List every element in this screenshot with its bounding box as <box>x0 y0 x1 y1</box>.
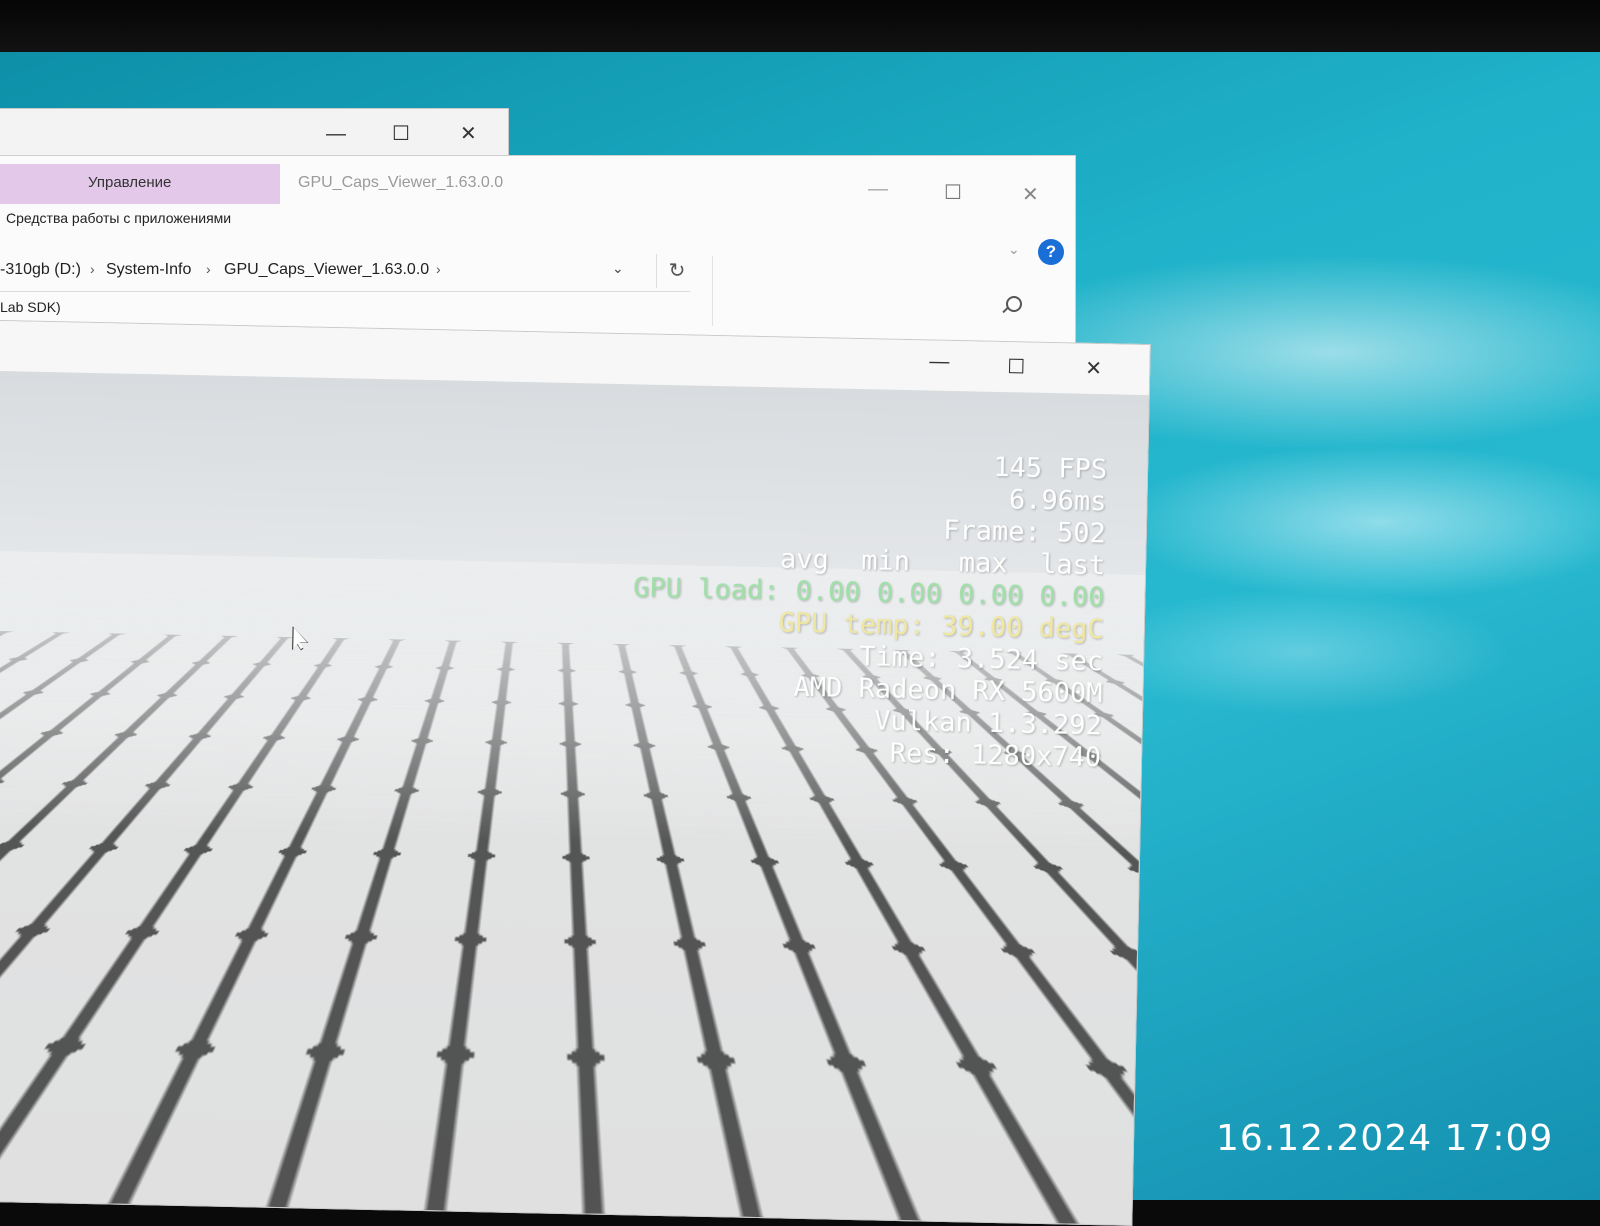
breadcrumb-separator: › <box>206 261 211 277</box>
refresh-icon[interactable]: ↻ <box>656 254 697 288</box>
search-icon[interactable] <box>1006 296 1022 312</box>
nav-pane-item[interactable]: Lab SDK) <box>0 299 61 315</box>
search-input[interactable] <box>712 256 1043 326</box>
render-viewport[interactable]: 145 FPS 6.96ms Frame: 502 avg min max la… <box>0 370 1149 1225</box>
window-title: GPU_Caps_Viewer_1.63.0.0 <box>298 174 504 191</box>
breadcrumb-drive[interactable]: -310gb (D:) <box>0 261 81 279</box>
breadcrumb-separator: › <box>436 261 441 277</box>
maximize-button[interactable]: ☐ <box>944 180 962 205</box>
address-dropdown-icon[interactable]: ⌄ <box>612 260 624 277</box>
maximize-button[interactable]: ☐ <box>1007 354 1025 379</box>
breadcrumb-separator: › <box>90 261 95 277</box>
minimize-button[interactable]: — <box>868 178 888 201</box>
maximize-button[interactable]: ☐ <box>392 121 410 146</box>
minimize-button[interactable]: — <box>929 350 949 373</box>
close-button[interactable]: ✕ <box>1085 356 1102 381</box>
minimize-button[interactable]: — <box>326 123 346 146</box>
close-button[interactable]: ✕ <box>460 121 477 146</box>
ribbon-manage-label[interactable]: Управление <box>88 174 171 191</box>
vulkan-demo-window[interactable]: — ☐ ✕ 145 FPS 6.96ms Frame: 502 avg min … <box>0 320 1151 1226</box>
stats-overlay: 145 FPS 6.96ms Frame: 502 avg min max la… <box>629 444 1108 774</box>
screen-bezel <box>0 0 1600 60</box>
close-button[interactable]: ✕ <box>1022 182 1039 207</box>
ribbon-app-tools-label[interactable]: Средства работы с приложениями <box>6 210 231 226</box>
breadcrumb-system-info[interactable]: System-Info <box>106 261 191 279</box>
photo-timestamp: 16.12.2024 17:09 <box>1216 1118 1554 1159</box>
breadcrumb-gpu-caps[interactable]: GPU_Caps_Viewer_1.63.0.0 <box>224 261 429 279</box>
